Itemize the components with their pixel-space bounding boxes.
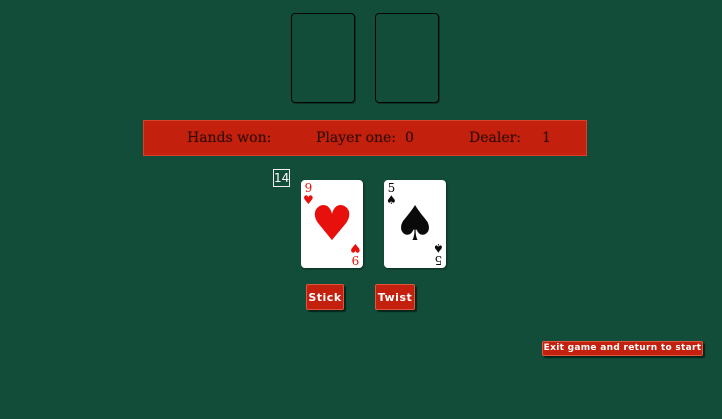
hands-won-label: Hands won: xyxy=(187,130,272,146)
card-corner-bottom: 9 ♥ xyxy=(350,241,361,267)
dealer-card-slot-1 xyxy=(291,13,355,103)
hand-total-badge: 14 xyxy=(273,169,290,187)
dealer-label: Dealer: xyxy=(469,130,522,146)
twist-button[interactable]: Twist xyxy=(375,284,415,310)
player-one-label: Player one: xyxy=(316,130,397,146)
dealer-score: 1 xyxy=(542,130,551,146)
card-corner-bottom: 5 ♠ xyxy=(433,241,444,267)
game-table: Hands won: Player one: 0 Dealer: 1 14 9 … xyxy=(0,0,722,419)
stick-button[interactable]: Stick xyxy=(306,284,344,310)
exit-game-button[interactable]: Exit game and return to start xyxy=(542,341,703,356)
dealer-card-slot-2 xyxy=(375,13,439,103)
card-rank: 9 xyxy=(351,253,360,267)
player-card-2[interactable]: 5 ♠ ♠ 5 ♠ xyxy=(384,180,446,268)
player-one-score: 0 xyxy=(405,130,414,146)
player-card-1[interactable]: 9 ♥ ♥ 9 ♥ xyxy=(301,180,363,268)
heart-icon: ♥ xyxy=(350,241,361,255)
spade-icon: ♠ xyxy=(433,241,444,255)
scoreboard: Hands won: Player one: 0 Dealer: 1 xyxy=(143,120,587,156)
card-rank: 5 xyxy=(434,253,443,267)
